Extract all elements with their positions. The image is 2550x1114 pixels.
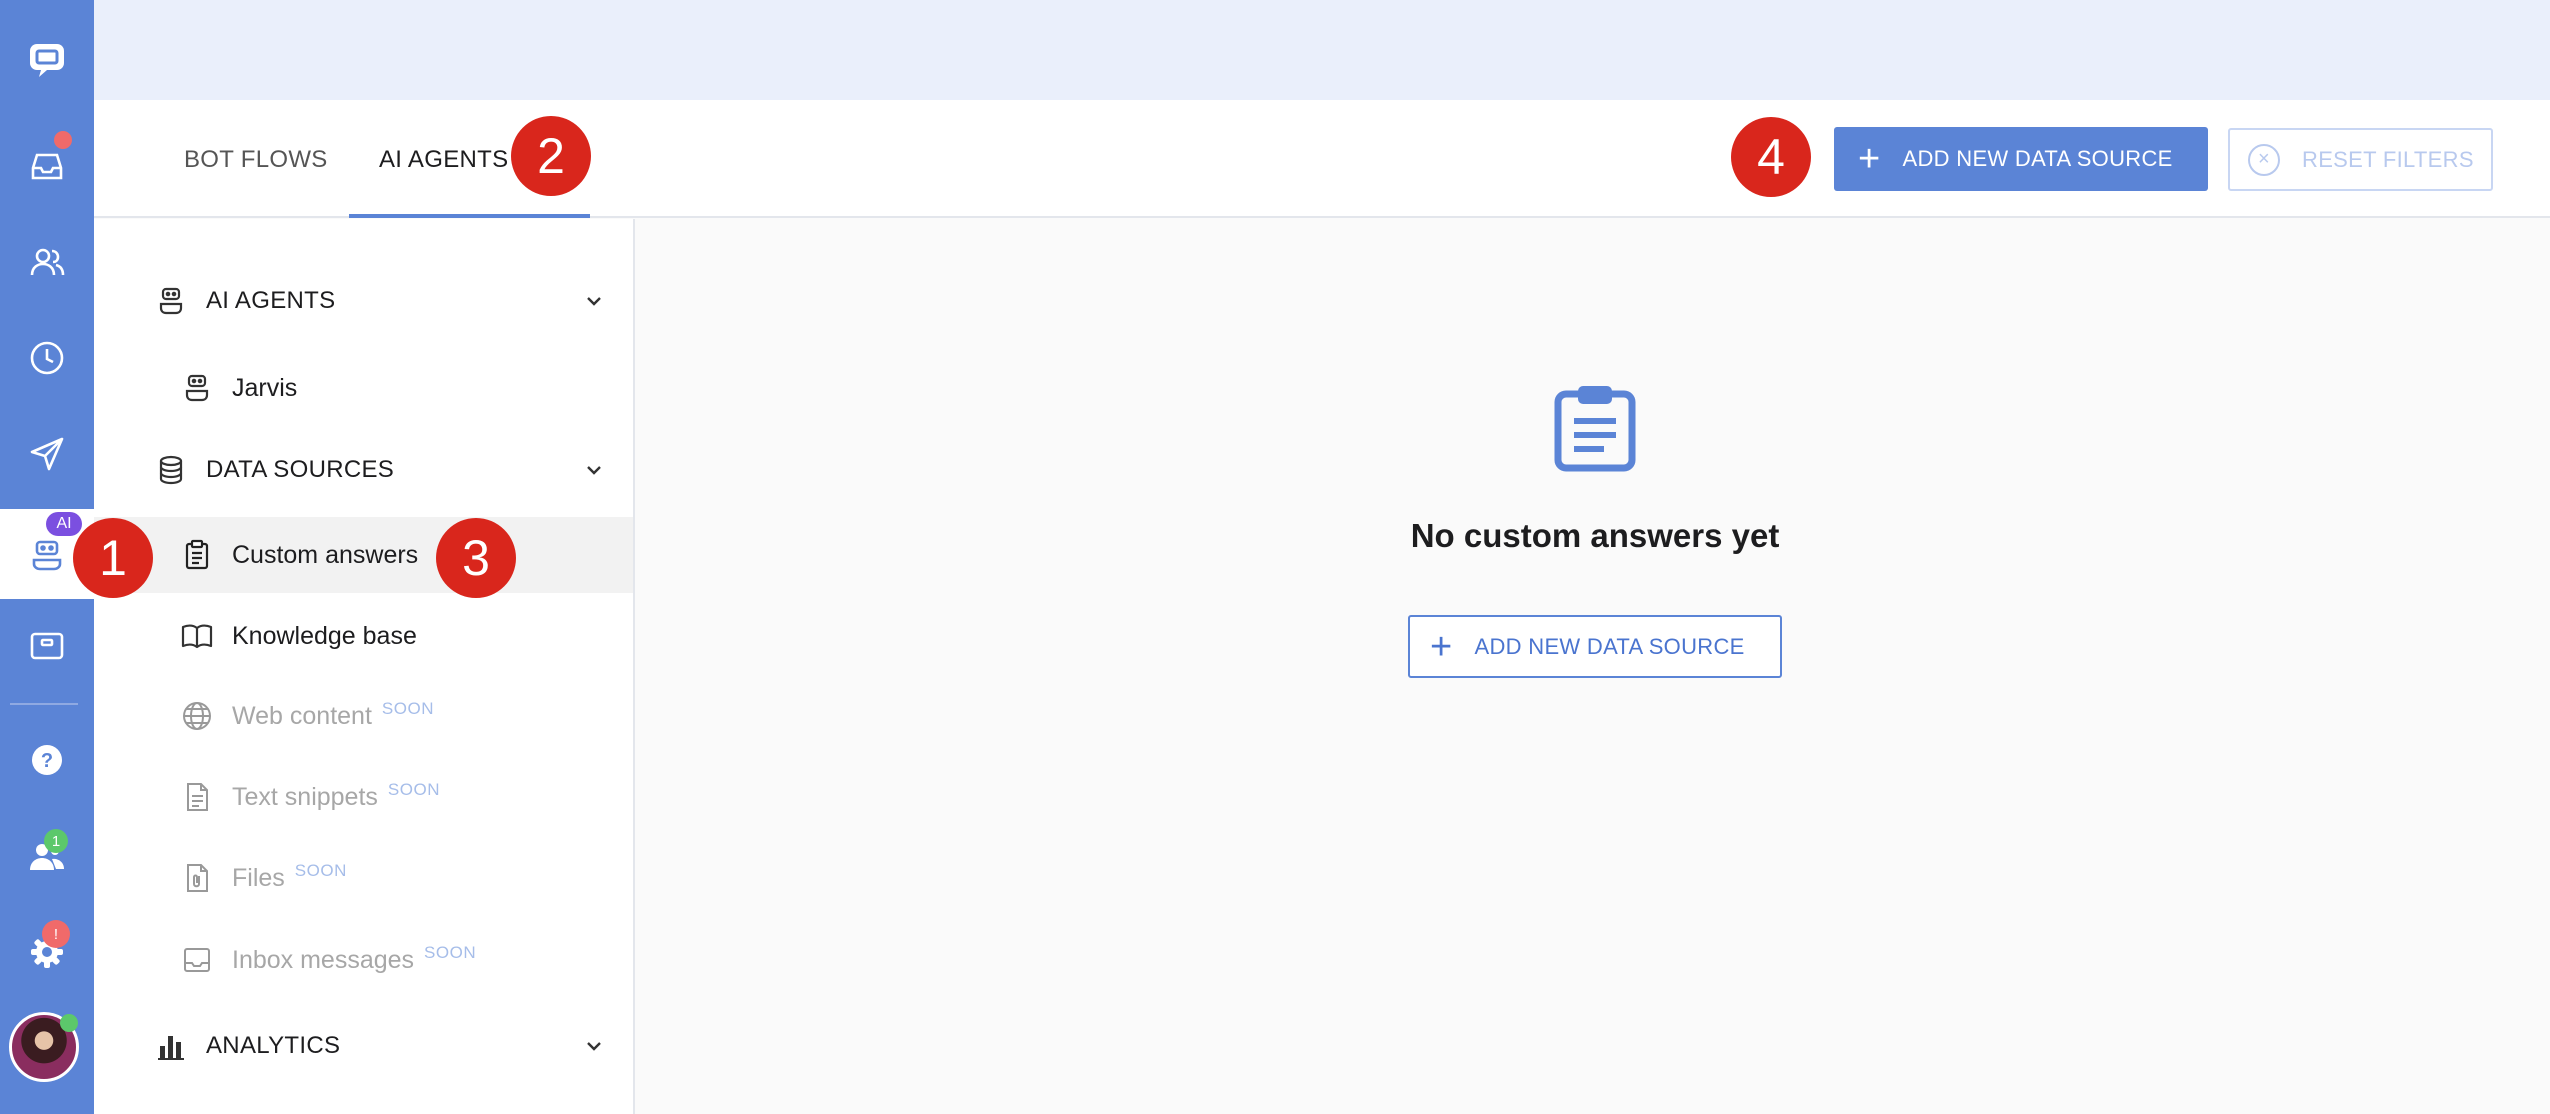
section-data-sources[interactable]: DATA SOURCES — [94, 432, 633, 508]
bar-chart-icon — [154, 1029, 188, 1063]
ai-badge: AI — [46, 512, 82, 536]
sidebar-item-files: Files SOON — [94, 840, 633, 916]
team-icon[interactable] — [0, 816, 94, 896]
settings-alert-badge: ! — [42, 920, 70, 948]
sidebar-item-inbox-messages: Inbox messages SOON — [94, 922, 633, 998]
sidebar-item-text-snippets: Text snippets SOON — [94, 759, 633, 835]
add-new-data-source-button-secondary[interactable]: + ADD NEW DATA SOURCE — [1408, 615, 1782, 678]
add-new-data-source-label: ADD NEW DATA SOURCE — [1902, 146, 2173, 171]
chevron-down-icon[interactable] — [583, 1035, 605, 1057]
section-label: ANALYTICS — [206, 1032, 341, 1059]
rail-divider — [10, 703, 78, 705]
sidebar-item-label: Files — [232, 863, 285, 892]
sidebar-item-label: Knowledge base — [232, 621, 417, 650]
sidebar-item-label: Inbox messages — [232, 945, 415, 974]
database-icon — [154, 453, 188, 487]
active-tab-underline — [349, 214, 590, 218]
tab-ai-agents[interactable]: AI AGENTS — [379, 146, 508, 174]
chevron-down-icon[interactable] — [583, 459, 605, 481]
tab-bot-flows[interactable]: BOT FLOWS — [184, 146, 328, 174]
sidebar-item-label: Custom answers — [232, 540, 419, 569]
step-marker-2: 2 — [511, 116, 591, 196]
sidebar-item-web-content: Web content SOON — [94, 678, 633, 754]
sidebar-item-label: Web content — [232, 701, 372, 730]
sidebar-item-knowledge-base[interactable]: Knowledge base — [94, 598, 633, 674]
add-new-data-source-button[interactable]: + ADD NEW DATA SOURCE — [1834, 127, 2208, 191]
team-count-badge: 1 — [44, 829, 68, 853]
reset-filters-label: RESET FILTERS — [2302, 146, 2474, 172]
svg-text:?: ? — [41, 750, 53, 772]
send-icon[interactable] — [0, 414, 94, 494]
online-status-dot — [60, 1014, 78, 1032]
step-marker-1: 1 — [73, 518, 153, 598]
step-marker-3: 3 — [436, 518, 516, 598]
plus-icon: + — [1858, 138, 1881, 180]
soon-badge: SOON — [381, 698, 434, 718]
empty-state-title: No custom answers yet — [1410, 517, 1780, 554]
section-ai-agents[interactable]: AI AGENTS — [94, 263, 633, 339]
inbox-icon[interactable] — [0, 126, 94, 206]
history-clock-icon[interactable] — [0, 318, 94, 398]
globe-icon — [180, 699, 214, 733]
ai-sidebar: AI AGENTS Jarvis DATA SOURCES Custom ans… — [94, 219, 635, 1114]
chat-logo-icon[interactable] — [0, 20, 94, 100]
contacts-icon[interactable] — [0, 222, 94, 302]
widget-icon[interactable] — [0, 606, 94, 686]
step-marker-4: 4 — [1731, 117, 1811, 197]
plus-icon: + — [1430, 625, 1453, 668]
close-circle-icon: × — [2248, 143, 2280, 176]
reset-filters-button[interactable]: × RESET FILTERS — [2228, 128, 2493, 191]
clipboard-icon — [1554, 386, 1636, 472]
inbox-icon — [180, 943, 214, 977]
robot-icon — [154, 284, 188, 318]
soon-badge: SOON — [387, 779, 440, 799]
robot-icon — [180, 371, 214, 405]
sidebar-item-custom-answers[interactable]: Custom answers — [94, 517, 633, 593]
document-icon — [180, 780, 214, 814]
clipboard-icon — [180, 538, 214, 572]
help-icon[interactable]: ? — [0, 720, 94, 800]
file-clip-icon — [180, 861, 214, 895]
chevron-down-icon[interactable] — [583, 290, 605, 312]
sidebar-item-label: Jarvis — [232, 373, 298, 402]
sidebar-item-label: Text snippets — [232, 782, 378, 811]
soon-badge: SOON — [294, 860, 347, 880]
top-banner-area — [94, 0, 2550, 100]
section-analytics[interactable]: ANALYTICS — [94, 1008, 633, 1084]
book-icon — [180, 619, 214, 653]
inbox-notification-dot — [54, 131, 72, 149]
section-label: DATA SOURCES — [206, 456, 395, 483]
sidebar-item-jarvis[interactable]: Jarvis — [94, 350, 633, 426]
soon-badge: SOON — [424, 942, 477, 962]
section-label: AI AGENTS — [206, 287, 336, 314]
add-new-data-source-label: ADD NEW DATA SOURCE — [1474, 633, 1745, 659]
